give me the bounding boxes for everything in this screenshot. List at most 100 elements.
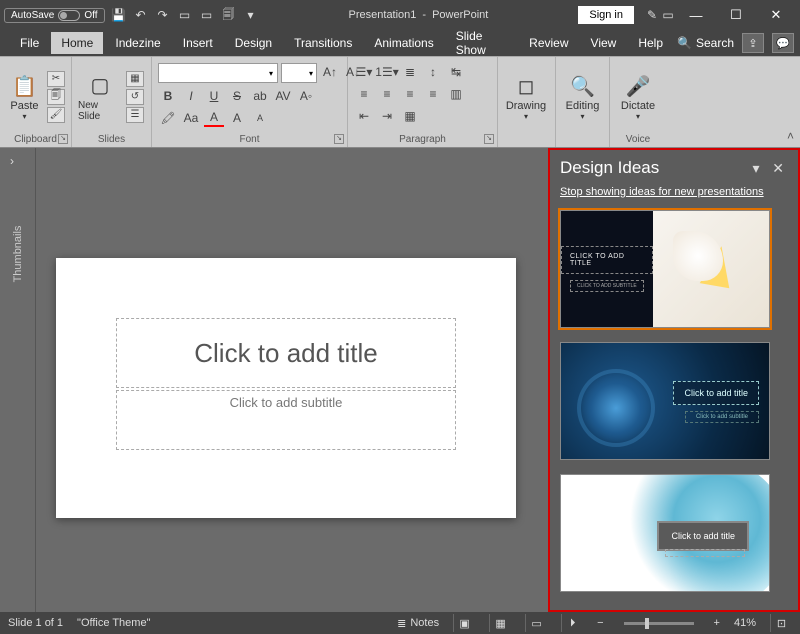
strike-button[interactable]: S bbox=[227, 87, 247, 105]
slideshow-view-button[interactable]: ⏵ bbox=[561, 614, 583, 632]
paste-button[interactable]: 📋Paste▾ bbox=[6, 72, 43, 121]
clipboard-launcher[interactable]: ↘ bbox=[58, 134, 68, 144]
new-slide-button[interactable]: ▢New Slide bbox=[78, 72, 122, 122]
autosave-toggle[interactable]: AutoSave Off bbox=[4, 8, 105, 23]
chevron-down-icon: ▾ bbox=[580, 112, 584, 121]
line-spacing-button[interactable]: ↕ bbox=[423, 63, 443, 81]
notes-button[interactable]: ≣Notes bbox=[397, 617, 439, 630]
underline-button[interactable]: U bbox=[204, 87, 224, 105]
align-left-button[interactable]: ≡ bbox=[354, 85, 374, 103]
align-right-button[interactable]: ≡ bbox=[400, 85, 420, 103]
normal-view-button[interactable]: ▣ bbox=[453, 614, 475, 632]
pane-close-button[interactable]: ✕ bbox=[768, 160, 788, 176]
tab-animations[interactable]: Animations bbox=[364, 32, 443, 54]
reset-button[interactable]: ↺ bbox=[126, 89, 144, 105]
signin-button[interactable]: Sign in bbox=[578, 6, 634, 24]
slide-indicator[interactable]: Slide 1 of 1 bbox=[8, 617, 63, 629]
italic-button[interactable]: I bbox=[181, 87, 201, 105]
pane-menu-button[interactable]: ▾ bbox=[749, 160, 764, 176]
drawing-label: Drawing bbox=[506, 100, 546, 112]
justify-button[interactable]: ≡ bbox=[423, 85, 443, 103]
group-drawing bbox=[504, 132, 549, 145]
zoom-out-button[interactable]: − bbox=[597, 617, 603, 629]
tab-home[interactable]: Home bbox=[51, 32, 103, 54]
copy-button[interactable]: 🗐 bbox=[47, 89, 65, 105]
tab-file[interactable]: File bbox=[10, 32, 49, 54]
qat-dropdown-icon[interactable]: ▾ bbox=[243, 7, 259, 23]
slide[interactable]: Click to add title Click to add subtitle bbox=[56, 258, 516, 518]
convert-smartart-button[interactable]: ▦ bbox=[400, 107, 420, 125]
paragraph-launcher[interactable]: ↘ bbox=[484, 134, 494, 144]
expand-thumbnails-icon[interactable]: › bbox=[10, 154, 14, 168]
decrease-indent-button[interactable]: ⇤ bbox=[354, 107, 374, 125]
fit-to-window-button[interactable]: ⊡ bbox=[770, 614, 792, 632]
format-painter-button[interactable]: 🖌 bbox=[47, 107, 65, 123]
qat-icon-3[interactable]: 🗐 bbox=[221, 7, 237, 23]
ribbon: 📋Paste▾ ✂ 🗐 🖌 Clipboard ↘ ▢New Slide ▦ ↺… bbox=[0, 56, 800, 148]
design-idea-2[interactable]: Click to add title Click to add subtitle bbox=[560, 342, 770, 460]
text-direction-button[interactable]: ↹ bbox=[446, 63, 466, 81]
qat-icon-2[interactable]: ▭ bbox=[199, 7, 215, 23]
maximize-button[interactable]: ☐ bbox=[716, 1, 756, 29]
undo-icon[interactable]: ↶ bbox=[133, 7, 149, 23]
thumbnail-panel[interactable]: › Thumbnails bbox=[0, 148, 36, 612]
bullets-button[interactable]: ☰▾ bbox=[354, 63, 374, 81]
font-color-button[interactable]: A bbox=[204, 109, 224, 127]
comments-button[interactable]: 💬 bbox=[772, 33, 794, 53]
editing-button[interactable]: 🔍Editing▾ bbox=[562, 72, 603, 121]
group-voice: Voice bbox=[616, 132, 660, 145]
section-button[interactable]: ☰ bbox=[126, 107, 144, 123]
font-name-select[interactable]: ▾ bbox=[158, 63, 278, 83]
grow-font-button[interactable]: A bbox=[227, 109, 247, 127]
design-idea-3[interactable]: Click to add title bbox=[560, 474, 770, 592]
zoom-slider[interactable] bbox=[624, 622, 694, 625]
list-level-button[interactable]: ≣ bbox=[400, 63, 420, 81]
slide-canvas[interactable]: Click to add title Click to add subtitle… bbox=[36, 148, 800, 612]
tab-view[interactable]: View bbox=[581, 32, 627, 54]
bold-button[interactable]: B bbox=[158, 87, 178, 105]
increase-indent-button[interactable]: ⇥ bbox=[377, 107, 397, 125]
redo-icon[interactable]: ↷ bbox=[155, 7, 171, 23]
increase-font-button[interactable]: A↑ bbox=[320, 63, 340, 81]
close-button[interactable]: ✕ bbox=[756, 1, 796, 29]
search-box[interactable]: 🔍Search bbox=[677, 36, 734, 50]
highlight-button[interactable]: 🖍 bbox=[158, 109, 178, 127]
drawing-button[interactable]: ◻Drawing▾ bbox=[504, 72, 548, 121]
design-idea-1[interactable]: CLICK TO ADD TITLE CLICK TO ADD SUBTITLE bbox=[560, 210, 770, 328]
tab-design[interactable]: Design bbox=[225, 32, 282, 54]
stop-showing-link[interactable]: Stop showing ideas for new presentations bbox=[550, 186, 798, 206]
qat-icon[interactable]: ▭ bbox=[177, 7, 193, 23]
draw-icon[interactable]: ✎ bbox=[644, 7, 660, 23]
tab-review[interactable]: Review bbox=[519, 32, 578, 54]
font-size-select[interactable]: ▾ bbox=[281, 63, 317, 83]
save-icon[interactable]: 💾 bbox=[111, 7, 127, 23]
spacing-button[interactable]: AV bbox=[273, 87, 293, 105]
tab-insert[interactable]: Insert bbox=[173, 32, 223, 54]
tab-indezine[interactable]: Indezine bbox=[105, 32, 170, 54]
shadow-button[interactable]: ab bbox=[250, 87, 270, 105]
reading-view-button[interactable]: ▭ bbox=[525, 614, 547, 632]
collapse-ribbon-button[interactable]: ˄ bbox=[787, 129, 794, 143]
align-center-button[interactable]: ≡ bbox=[377, 85, 397, 103]
minimize-button[interactable]: — bbox=[676, 1, 716, 29]
font-launcher[interactable]: ↘ bbox=[334, 134, 344, 144]
columns-button[interactable]: ▥ bbox=[446, 85, 466, 103]
subtitle-placeholder[interactable]: Click to add subtitle bbox=[116, 390, 456, 450]
shrink-font-button[interactable]: A bbox=[250, 109, 270, 127]
ribbon-options-icon[interactable]: ▭ bbox=[660, 7, 676, 23]
tab-transitions[interactable]: Transitions bbox=[284, 32, 362, 54]
case-button[interactable]: Aa bbox=[181, 109, 201, 127]
card3-sub bbox=[665, 549, 745, 557]
numbering-button[interactable]: 1☰▾ bbox=[377, 63, 397, 81]
layout-button[interactable]: ▦ bbox=[126, 71, 144, 87]
tab-slideshow[interactable]: Slide Show bbox=[446, 25, 517, 61]
title-placeholder[interactable]: Click to add title bbox=[116, 318, 456, 388]
zoom-in-button[interactable]: + bbox=[714, 617, 720, 629]
sorter-view-button[interactable]: ▦ bbox=[489, 614, 511, 632]
clear-format-button[interactable]: A◦ bbox=[296, 87, 316, 105]
cut-button[interactable]: ✂ bbox=[47, 71, 65, 87]
tab-help[interactable]: Help bbox=[628, 32, 673, 54]
share-button[interactable]: ⇪ bbox=[742, 33, 764, 53]
dictate-button[interactable]: 🎤Dictate▾ bbox=[616, 72, 660, 121]
zoom-level[interactable]: 41% bbox=[734, 617, 756, 629]
